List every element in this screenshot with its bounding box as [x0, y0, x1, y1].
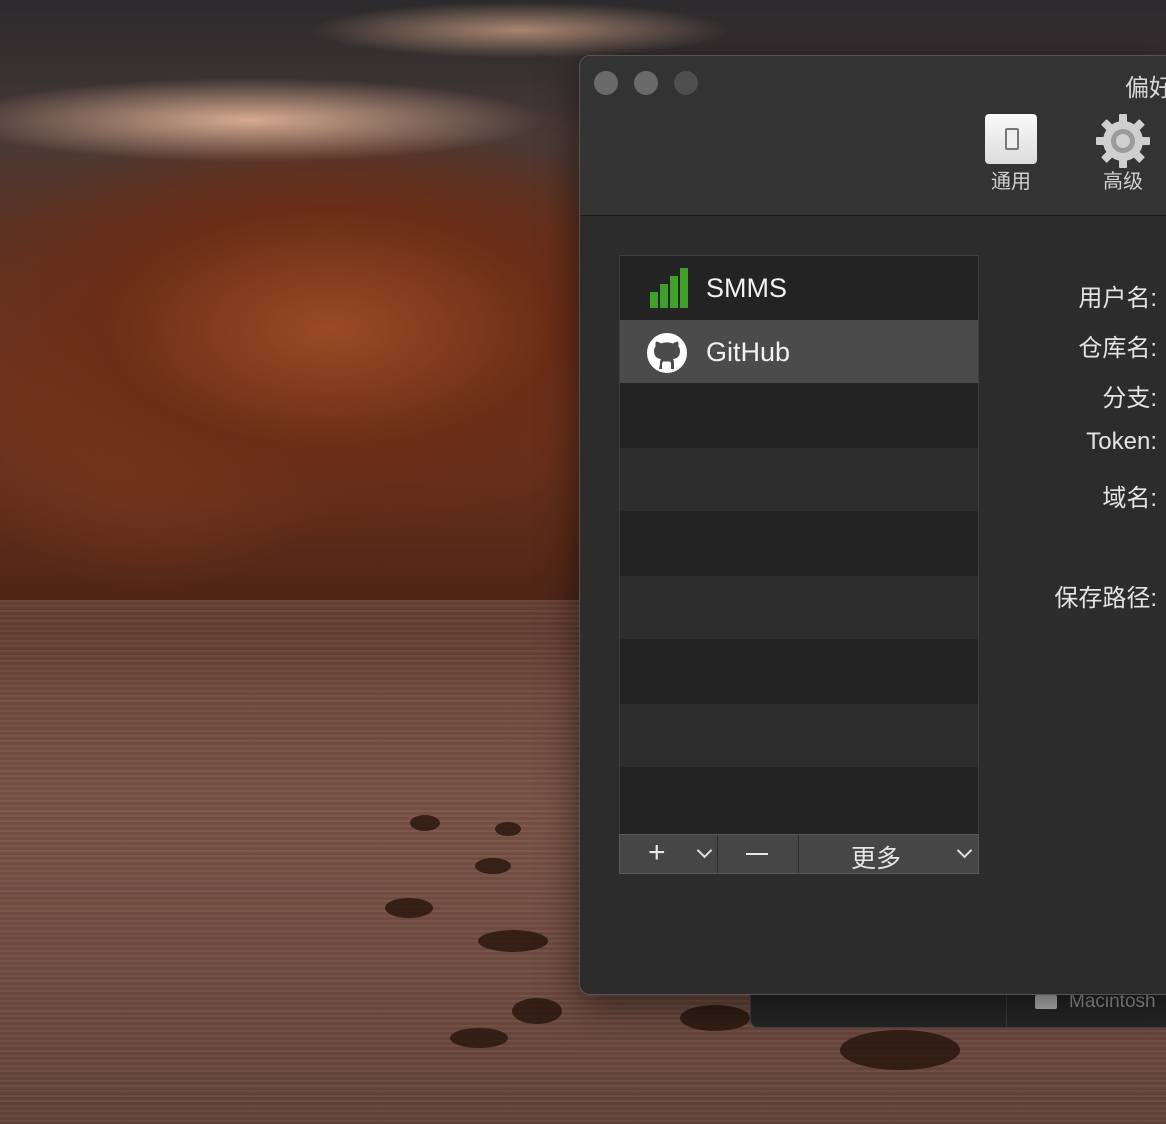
wallpaper-rock	[450, 1028, 508, 1048]
toolbar-advanced-label: 高级	[1103, 171, 1143, 193]
branch-label: 分支:	[1102, 385, 1157, 412]
list-item-label: SMMS	[706, 273, 787, 303]
list-item-smms[interactable]: SMMS	[620, 256, 978, 319]
wallpaper-rock	[385, 898, 433, 918]
wallpaper-rock	[495, 822, 521, 836]
more-label: 更多	[851, 845, 902, 873]
toolbar-advanced-tab[interactable]: 高级	[1078, 112, 1166, 194]
wallpaper-rock	[512, 998, 562, 1024]
add-server-button[interactable]: +	[620, 835, 718, 873]
wallpaper-rock	[475, 858, 511, 874]
title-bar: 偏好 通用	[580, 56, 1166, 216]
list-item-empty	[620, 768, 978, 834]
github-icon	[647, 333, 687, 373]
window-title: 偏好	[1125, 75, 1166, 102]
domain-label: 域名:	[1102, 485, 1157, 512]
close-button[interactable]	[594, 71, 618, 95]
minus-icon	[746, 853, 768, 855]
save-path-label: 保存路径:	[1054, 585, 1157, 612]
wallpaper-rock	[478, 930, 548, 952]
token-label: Token:	[1086, 428, 1157, 455]
server-list[interactable]: SMMS GitHub	[619, 255, 979, 835]
remove-server-button[interactable]	[718, 835, 799, 873]
plus-icon: +	[648, 836, 666, 869]
list-item-empty	[620, 640, 978, 703]
wallpaper-rock	[840, 1030, 960, 1070]
hard-drive-icon	[1035, 995, 1057, 1009]
list-item-label: GitHub	[706, 337, 791, 367]
list-item-empty	[620, 704, 978, 767]
list-item-github[interactable]: GitHub	[620, 320, 978, 383]
signal-bars-icon	[650, 268, 688, 308]
list-item-empty	[620, 448, 978, 511]
wallpaper-rock	[680, 1005, 750, 1031]
list-action-bar: + 更多	[619, 834, 979, 874]
preferences-window: 偏好 通用	[579, 55, 1166, 995]
username-label: 用户名:	[1078, 285, 1157, 312]
chevron-down-icon	[696, 842, 713, 859]
toolbar-general-tab[interactable]: 通用	[966, 112, 1056, 194]
repo-label: 仓库名:	[1078, 335, 1157, 362]
list-item-empty	[620, 576, 978, 639]
switch-icon	[985, 114, 1037, 164]
list-item-empty	[620, 384, 978, 447]
gear-icon	[1096, 114, 1150, 168]
chevron-down-icon	[956, 842, 973, 859]
more-menu-button[interactable]: 更多	[799, 835, 978, 873]
wallpaper-rock	[410, 815, 440, 831]
list-item-empty	[620, 512, 978, 575]
zoom-button[interactable]	[674, 71, 698, 95]
toolbar-general-label: 通用	[991, 171, 1031, 193]
minimize-button[interactable]	[634, 71, 658, 95]
